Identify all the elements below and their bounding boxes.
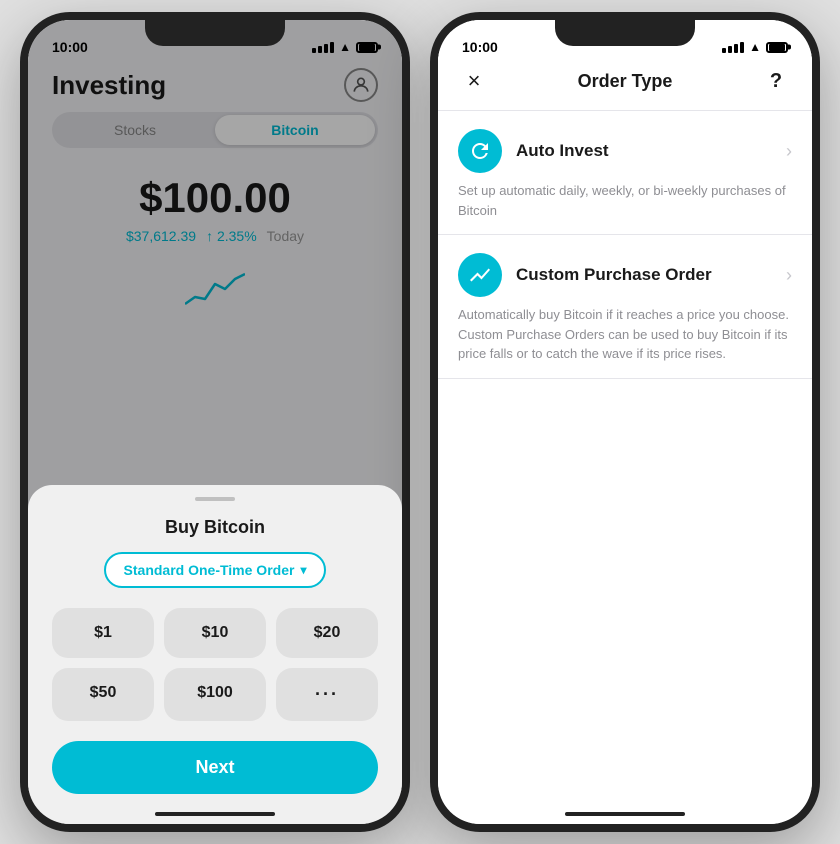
home-indicator-left	[155, 812, 275, 816]
home-indicator-right	[565, 812, 685, 816]
notch	[145, 20, 285, 46]
status-icons-right: ▲	[722, 40, 788, 54]
next-button[interactable]: Next	[52, 741, 378, 794]
custom-order-chevron: ›	[786, 265, 792, 286]
custom-order-label: Custom Purchase Order	[516, 265, 712, 285]
auto-invest-row: Auto Invest ›	[458, 129, 792, 173]
right-phone: 10:00 ▲ × Order Type ?	[430, 12, 820, 832]
bottom-sheet: Buy Bitcoin Standard One-Time Order ▾ $1…	[28, 485, 402, 824]
custom-order-desc: Automatically buy Bitcoin if it reaches …	[458, 305, 792, 364]
amount-20[interactable]: $20	[276, 608, 378, 658]
custom-order-left: Custom Purchase Order	[458, 253, 712, 297]
left-phone: 10:00 ▲ Investing	[20, 12, 410, 832]
amount-50[interactable]: $50	[52, 668, 154, 721]
custom-order-option[interactable]: Custom Purchase Order › Automatically bu…	[438, 235, 812, 379]
chevron-down-icon: ▾	[300, 563, 306, 577]
wifi-icon-right: ▲	[749, 40, 761, 54]
sheet-title: Buy Bitcoin	[52, 517, 378, 538]
amount-more[interactable]: ···	[276, 668, 378, 721]
battery-icon-right	[766, 42, 788, 53]
amount-grid: $1 $10 $20 $50 $100 ···	[52, 608, 378, 721]
auto-invest-icon	[458, 129, 502, 173]
auto-invest-left: Auto Invest	[458, 129, 609, 173]
amount-1[interactable]: $1	[52, 608, 154, 658]
amount-100[interactable]: $100	[164, 668, 266, 721]
signal-icon-right	[722, 42, 744, 53]
custom-order-row: Custom Purchase Order ›	[458, 253, 792, 297]
time-right: 10:00	[462, 39, 498, 55]
amount-10[interactable]: $10	[164, 608, 266, 658]
header-title: Order Type	[578, 71, 673, 92]
order-type-header: × Order Type ?	[438, 64, 812, 111]
custom-order-icon	[458, 253, 502, 297]
close-button[interactable]: ×	[458, 68, 490, 94]
auto-invest-option[interactable]: Auto Invest › Set up automatic daily, we…	[438, 111, 812, 235]
order-type-button[interactable]: Standard One-Time Order ▾	[104, 552, 327, 588]
auto-invest-chevron: ›	[786, 141, 792, 162]
auto-invest-desc: Set up automatic daily, weekly, or bi-we…	[458, 181, 792, 220]
sheet-handle	[195, 497, 235, 501]
order-type-label: Standard One-Time Order	[124, 562, 295, 578]
help-button[interactable]: ?	[760, 70, 792, 93]
notch-right	[555, 20, 695, 46]
auto-invest-label: Auto Invest	[516, 141, 609, 161]
